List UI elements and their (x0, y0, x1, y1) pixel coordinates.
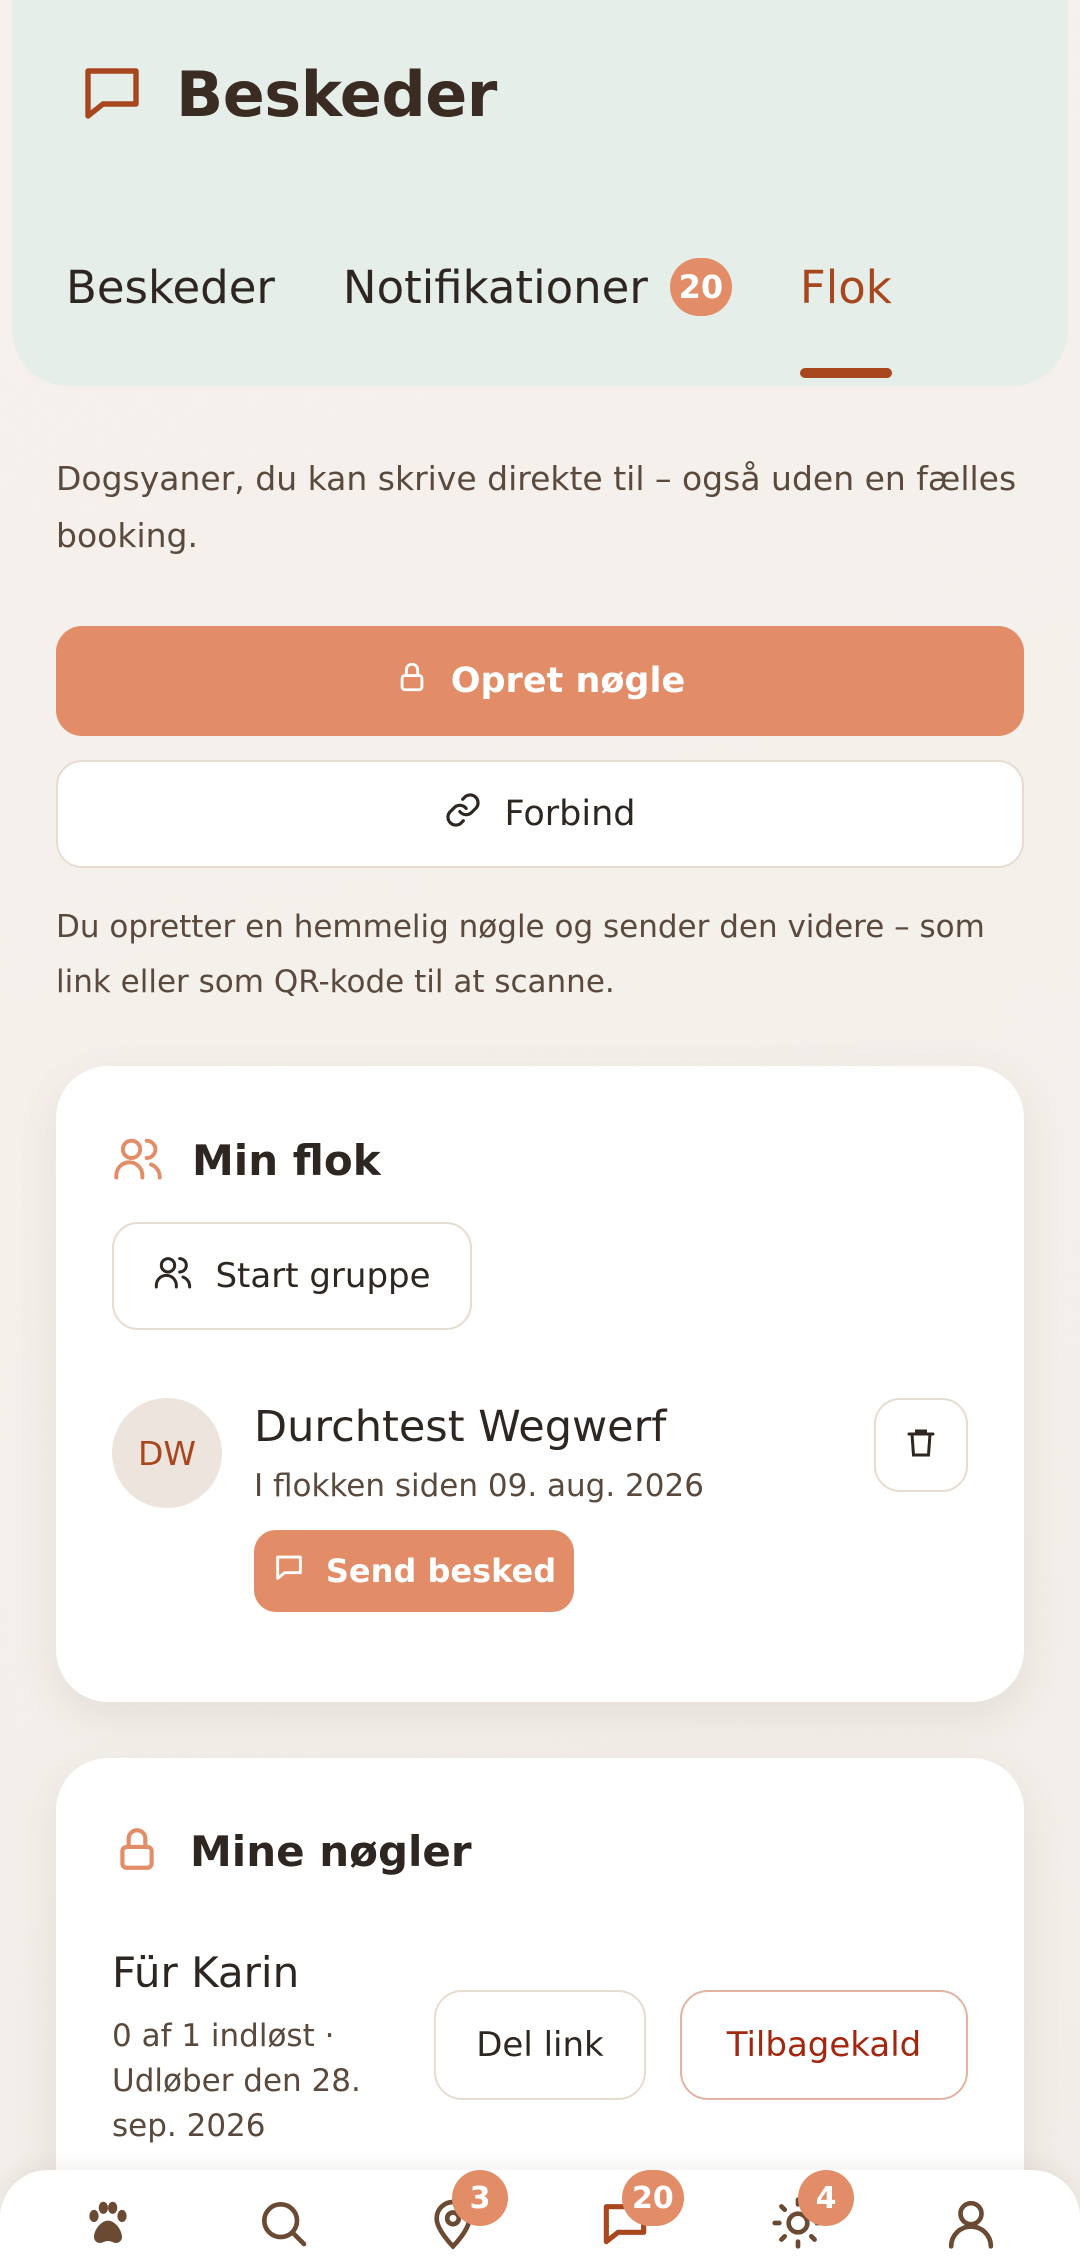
member-since: I flokken siden 09. aug. 2026 (254, 1468, 704, 1504)
search-icon (255, 2195, 311, 2255)
user-icon (943, 2195, 999, 2255)
card-title: Mine nøgler (190, 1826, 472, 1876)
nav-item-profile[interactable] (936, 2190, 1006, 2260)
intro-text: Dogsyaner, du kan skrive direkte til – o… (56, 459, 1017, 555)
nav-item-home[interactable] (73, 2190, 143, 2260)
share-link-button[interactable]: Del link (434, 1990, 646, 2100)
tab-label: Beskeder (66, 260, 275, 314)
tab-bar: Beskeder Notifikationer 20 Flok (66, 258, 892, 378)
active-tab-indicator (799, 367, 892, 378)
tab-flok[interactable]: Flok (799, 260, 892, 378)
nav-badge: 4 (798, 2170, 854, 2226)
revoke-key-button[interactable]: Tilbagekald (680, 1990, 968, 2100)
connect-button[interactable]: Forbind (56, 760, 1024, 868)
lock-icon (395, 660, 451, 703)
nav-badge: 3 (452, 2170, 508, 2226)
delete-member-button[interactable] (874, 1398, 968, 1492)
users-icon (112, 1132, 164, 1188)
lock-icon (112, 1824, 162, 1878)
header-title-row: Beskeder (76, 56, 497, 132)
my-flock-card: Min flok Start gruppe DW Durchtest Wegwe… (56, 1066, 1024, 1702)
users-icon (153, 1252, 215, 1301)
create-key-label: Opret nøgle (450, 661, 686, 701)
link-icon (444, 791, 504, 838)
message-square-icon (272, 1550, 326, 1592)
member-name: Durchtest Wegwerf (254, 1402, 667, 1452)
send-message-label: Send besked (325, 1552, 557, 1590)
tab-label: Flok (799, 260, 892, 314)
tab-beskeder[interactable]: Beskeder (66, 261, 275, 314)
key-meta: 0 af 1 indløst · Udløber den 28. sep. 20… (112, 2018, 361, 2144)
create-key-button[interactable]: Opret nøgle (56, 626, 1024, 736)
message-square-icon (76, 56, 148, 132)
card-title: Min flok (192, 1135, 381, 1185)
header: Beskeder Beskeder Notifikationer 20 Flok (12, 0, 1068, 386)
nav-item-search[interactable] (248, 2190, 318, 2260)
avatar: DW (112, 1398, 222, 1508)
notification-count-badge: 20 (669, 258, 732, 316)
tab-label: Notifikationer (342, 260, 648, 314)
start-group-button[interactable]: Start gruppe (112, 1222, 472, 1330)
start-group-label: Start gruppe (215, 1256, 431, 1296)
paw-icon (80, 2195, 136, 2255)
connect-label: Forbind (504, 794, 636, 834)
page-title: Beskeder (176, 57, 497, 131)
card-header: Mine nøgler (112, 1824, 472, 1878)
key-name: Für Karin (112, 1948, 300, 1997)
nav-badge: 20 (622, 2170, 684, 2226)
key-explanation-text: Du opretter en hemmelig nøgle og sender … (56, 909, 985, 1000)
send-message-button[interactable]: Send besked (254, 1530, 574, 1612)
card-header: Min flok (112, 1132, 381, 1188)
bottom-nav: 3 20 4 (0, 2170, 1080, 2268)
tab-notifikationer[interactable]: Notifikationer 20 (343, 258, 732, 316)
trash-icon (903, 1425, 939, 1465)
